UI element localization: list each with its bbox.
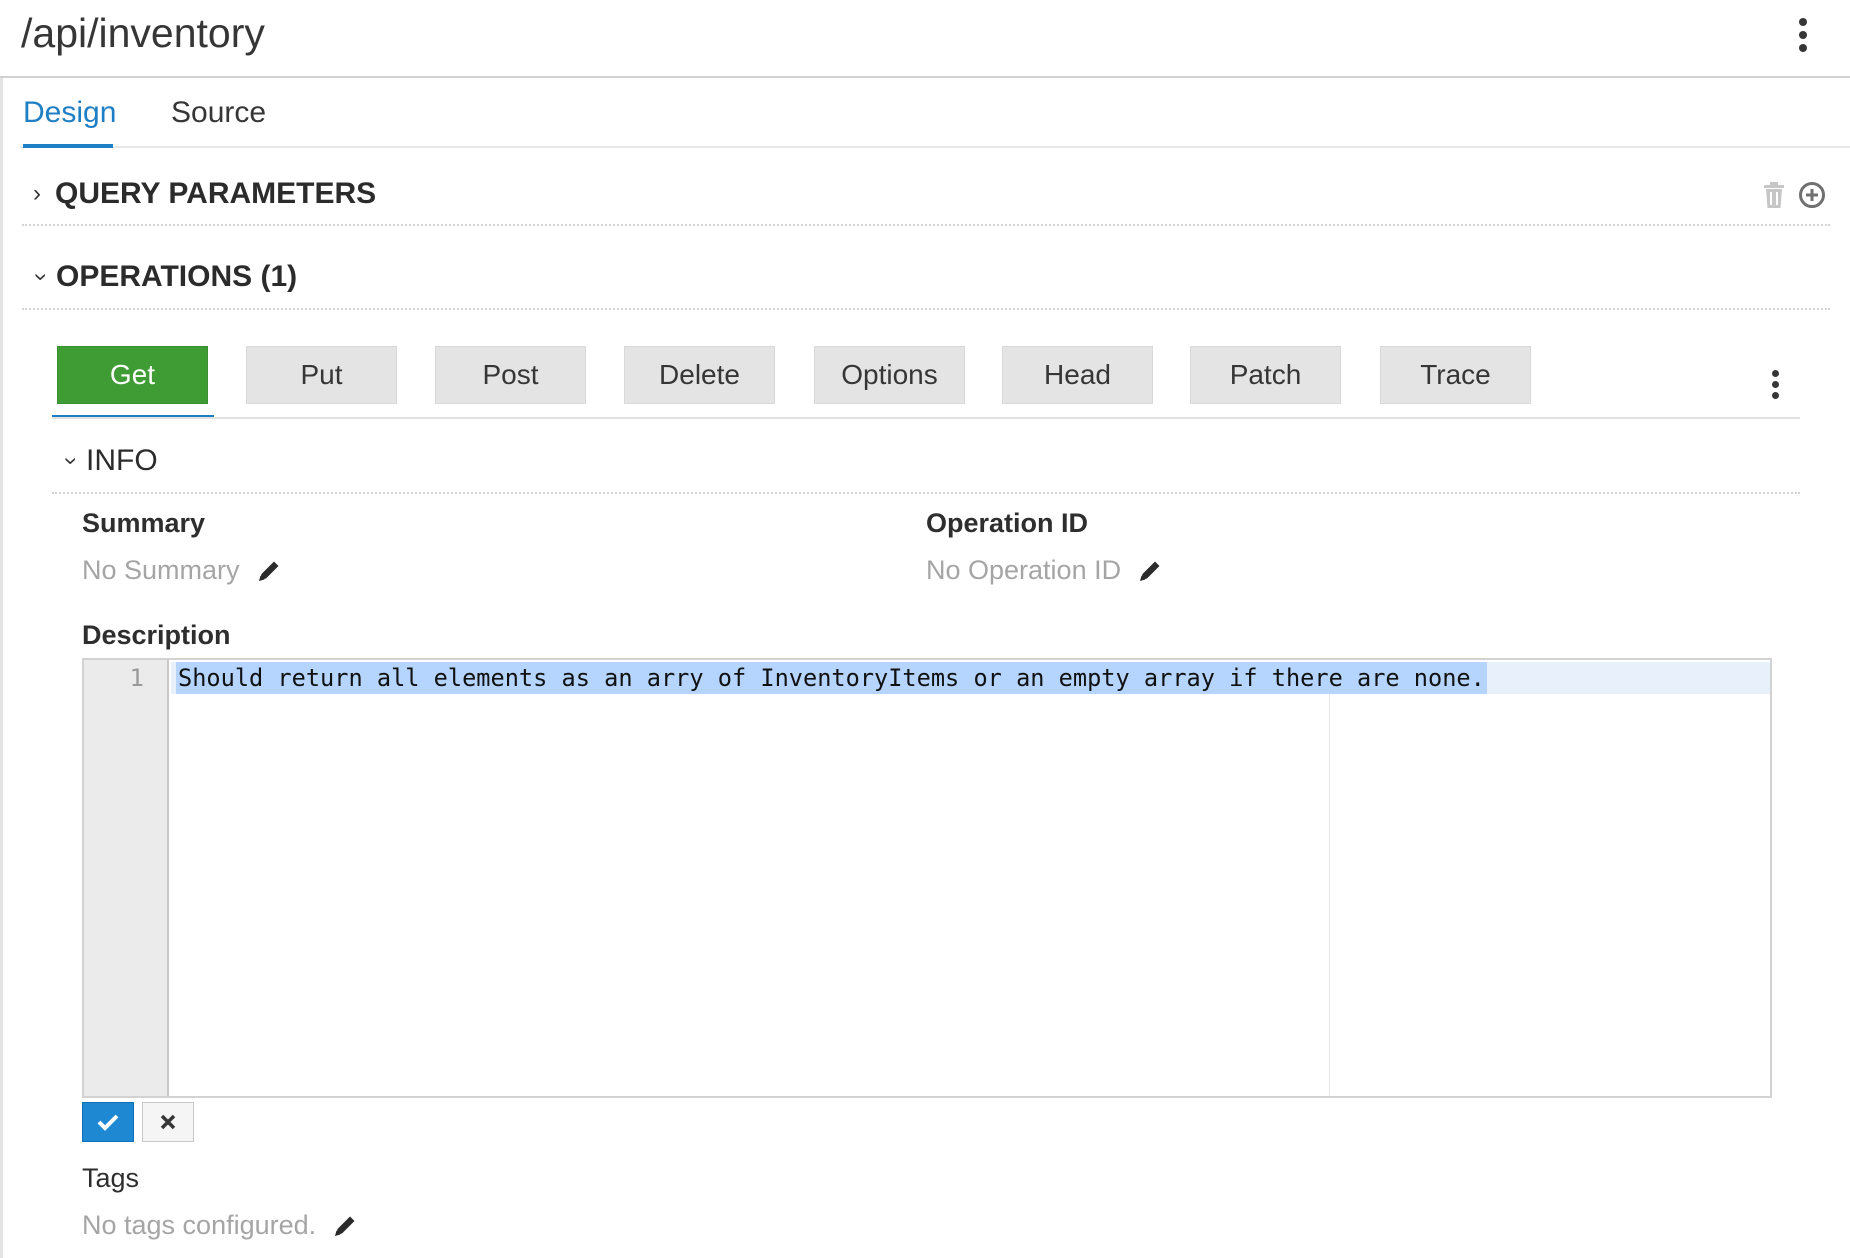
divider	[22, 224, 1830, 226]
chevron-right-icon: ›	[33, 180, 41, 207]
info-header[interactable]: › INFO	[58, 441, 158, 481]
left-border	[0, 78, 3, 1258]
description-text[interactable]: Should return all elements as an arry of…	[176, 662, 1487, 694]
operations-title: OPERATIONS (1)	[56, 260, 298, 293]
confirm-button[interactable]	[82, 1102, 134, 1142]
pencil-icon[interactable]	[332, 1213, 358, 1239]
pencil-icon[interactable]	[1137, 558, 1163, 584]
editor-gutter: 1	[84, 660, 169, 1096]
pencil-icon[interactable]	[256, 558, 282, 584]
summary-field: No Summary	[82, 555, 282, 586]
chevron-down-icon: ›	[58, 457, 85, 465]
chevron-down-icon: ›	[28, 273, 55, 281]
description-editor[interactable]: 1 Should return all elements as an arry …	[82, 658, 1772, 1098]
method-get-button[interactable]: Get	[57, 346, 208, 404]
method-options-button[interactable]: Options	[814, 346, 965, 404]
page-title: /api/inventory	[21, 10, 265, 56]
tab-bar: Design Source	[20, 78, 1850, 148]
method-menu-kebab-icon[interactable]	[1770, 370, 1780, 399]
method-put-button[interactable]: Put	[246, 346, 397, 404]
operations-header[interactable]: › OPERATIONS (1)	[28, 257, 298, 297]
times-icon	[160, 1114, 176, 1130]
description-label: Description	[82, 620, 231, 650]
query-parameters-header[interactable]: › QUERY PARAMETERS	[33, 174, 376, 214]
summary-value: No Summary	[82, 555, 240, 585]
operation-id-field: No Operation ID	[926, 555, 1163, 586]
query-parameters-title: QUERY PARAMETERS	[55, 177, 377, 210]
cancel-button[interactable]	[142, 1102, 194, 1142]
method-delete-button[interactable]: Delete	[624, 346, 775, 404]
tags-label: Tags	[82, 1163, 140, 1193]
method-trace-button[interactable]: Trace	[1380, 346, 1531, 404]
method-bar-divider	[52, 417, 1800, 419]
method-head-button[interactable]: Head	[1002, 346, 1153, 404]
plus-circle-icon[interactable]	[1798, 181, 1826, 209]
tab-source[interactable]: Source	[171, 78, 266, 148]
summary-label: Summary	[82, 508, 206, 538]
method-post-button[interactable]: Post	[435, 346, 586, 404]
operation-id-value: No Operation ID	[926, 555, 1122, 585]
line-number: 1	[129, 664, 144, 692]
trash-icon[interactable]	[1762, 181, 1786, 209]
operation-id-label: Operation ID	[926, 508, 1089, 538]
print-margin	[1329, 694, 1330, 1096]
page-header: /api/inventory	[0, 0, 1850, 78]
check-icon	[97, 1114, 119, 1131]
tags-field: No tags configured.	[82, 1210, 358, 1241]
divider	[22, 308, 1830, 310]
divider	[52, 492, 1800, 494]
tags-value: No tags configured.	[82, 1210, 317, 1240]
method-patch-button[interactable]: Patch	[1190, 346, 1341, 404]
tab-design[interactable]: Design	[23, 78, 116, 148]
kebab-menu-icon[interactable]	[1798, 18, 1808, 52]
info-title: INFO	[86, 444, 158, 477]
